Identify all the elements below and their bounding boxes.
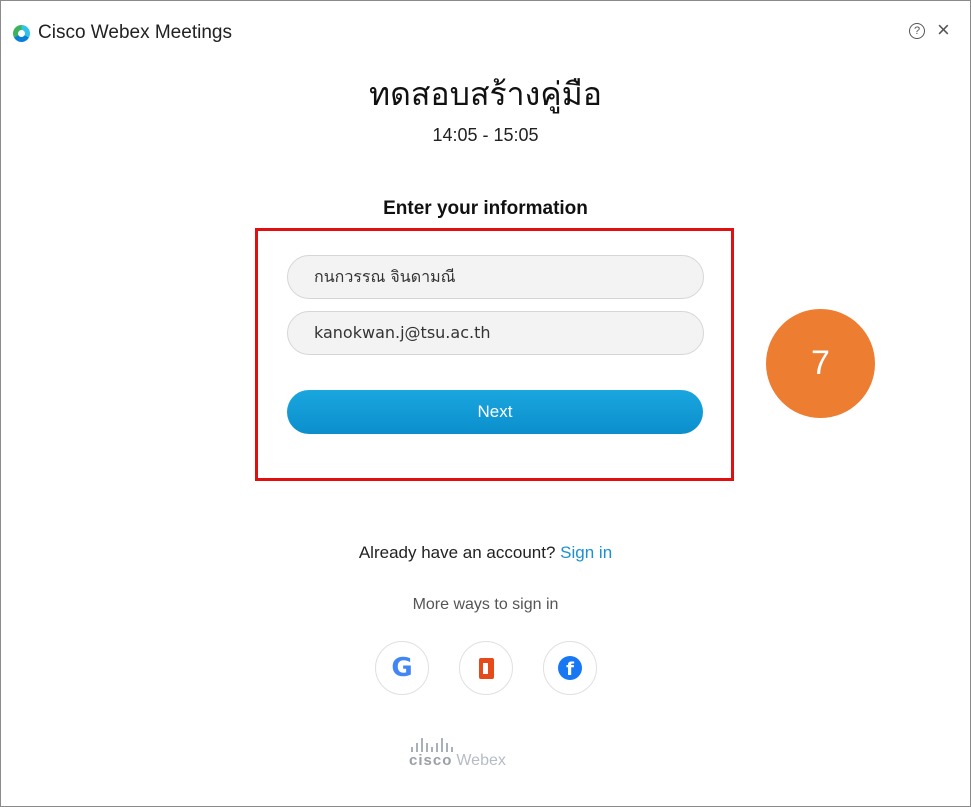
office-icon bbox=[478, 657, 494, 679]
office-sign-in-button[interactable] bbox=[459, 641, 513, 695]
step-number-badge: 7 bbox=[766, 309, 875, 418]
meeting-time: 14:05 - 15:05 bbox=[432, 125, 539, 145]
app-title: Cisco Webex Meetings bbox=[38, 22, 232, 43]
more-ways-label: More ways to sign in bbox=[412, 596, 559, 613]
help-icon[interactable]: ? bbox=[909, 23, 925, 39]
form-heading: Enter your information bbox=[383, 198, 588, 219]
account-prompt: Already have an account? Sign in bbox=[1, 543, 970, 563]
next-button[interactable]: Next bbox=[287, 390, 703, 434]
close-icon[interactable]: × bbox=[937, 18, 950, 42]
facebook-sign-in-button[interactable]: f bbox=[543, 641, 597, 695]
cisco-bars-icon bbox=[411, 738, 506, 752]
name-field[interactable]: กนกวรรณ จินดามณี bbox=[287, 255, 704, 299]
webex-wordmark: Webex bbox=[456, 752, 506, 769]
meeting-title: ทดสอบสร้างคู่มือ bbox=[369, 76, 602, 112]
cisco-webex-logo: cisco Webex bbox=[409, 738, 506, 770]
title-bar: Cisco Webex Meetings ? × bbox=[1, 1, 970, 63]
webex-window: Cisco Webex Meetings ? × ทดสอบสร้างคู่มื… bbox=[0, 0, 971, 807]
facebook-icon: f bbox=[558, 656, 582, 680]
google-sign-in-button[interactable]: G bbox=[375, 641, 429, 695]
sign-in-link[interactable]: Sign in bbox=[560, 543, 612, 562]
webex-logo-icon bbox=[13, 25, 30, 42]
cisco-wordmark: cisco bbox=[409, 752, 453, 769]
google-icon: G bbox=[391, 653, 413, 683]
email-field[interactable]: kanokwan.j@tsu.ac.th bbox=[287, 311, 704, 355]
account-prompt-text: Already have an account? bbox=[358, 543, 556, 562]
